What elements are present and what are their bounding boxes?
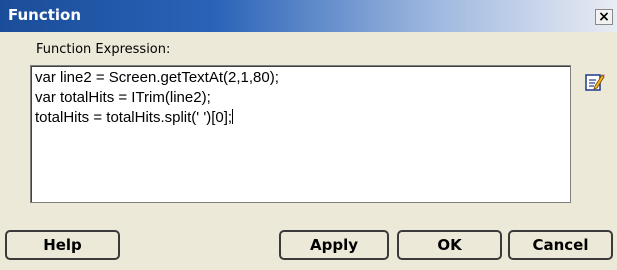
window-title: Function [8, 6, 82, 24]
function-expression-editor[interactable]: var line2 = Screen.getTextAt(2,1,80); va… [30, 65, 571, 203]
text-caret [232, 109, 234, 124]
code-line-1: var line2 = Screen.getTextAt(2,1,80); [35, 69, 279, 86]
function-expression-label: Function Expression: [36, 42, 171, 57]
code-line-3: totalHits = totalHits.split(' ')[0]; [35, 108, 566, 128]
title-bar[interactable]: Function × [0, 0, 617, 32]
function-dialog: Function × Function Expression: var line… [0, 0, 617, 270]
code-line-3-text: totalHits = totalHits.split(' ')[0]; [35, 109, 233, 126]
cancel-button[interactable]: Cancel [508, 230, 613, 260]
help-button[interactable]: Help [5, 230, 120, 260]
ok-button[interactable]: OK [397, 230, 502, 260]
close-button[interactable]: × [595, 9, 613, 25]
code-line-2: var totalHits = ITrim(line2); [35, 89, 211, 106]
edit-pencil-icon[interactable] [585, 72, 605, 92]
apply-button[interactable]: Apply [279, 230, 389, 260]
close-icon: × [598, 9, 610, 25]
